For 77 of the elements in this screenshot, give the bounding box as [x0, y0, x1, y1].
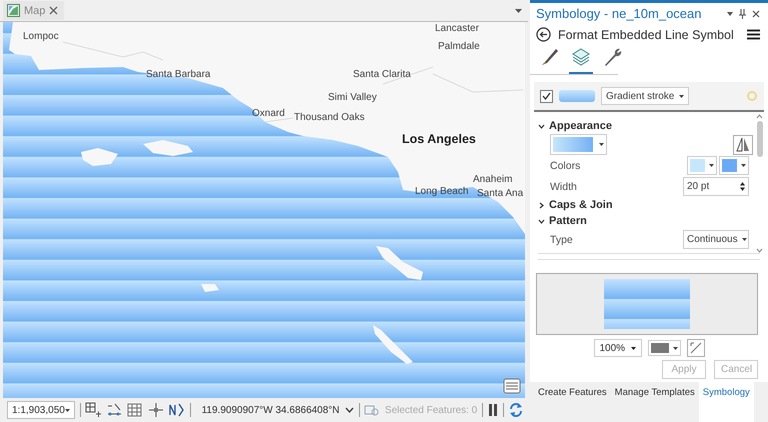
city-label: Lancaster [435, 23, 479, 34]
splitter-handle[interactable] [538, 253, 760, 260]
caret-icon [64, 408, 70, 412]
city-label: Los Angeles [402, 132, 476, 146]
caret-icon [709, 164, 714, 167]
island [376, 246, 423, 280]
caret-icon [741, 164, 746, 167]
zoom-dropdown[interactable]: 100% [594, 339, 642, 357]
city-label: Palmdale [438, 41, 480, 52]
field-label: Type [550, 234, 573, 246]
chevron-down-icon [538, 122, 545, 130]
grid-icon[interactable] [127, 402, 144, 418]
scroll-thumb[interactable] [756, 121, 762, 157]
pane-title: Symbology - ne_10m_ocean [536, 6, 702, 21]
close-icon[interactable] [752, 10, 760, 18]
pane-tab[interactable]: Symbology [698, 382, 754, 422]
flip-icon[interactable] [733, 134, 753, 154]
gradient-swatch [559, 90, 595, 102]
coordinates-text: 119.9090907°W 34.6866408°N [202, 404, 340, 416]
color-dropdown[interactable] [719, 156, 749, 175]
north-arrow-icon[interactable] [169, 402, 186, 418]
pause-icon[interactable] [488, 403, 498, 417]
table-icon[interactable] [503, 378, 521, 394]
section-header[interactable]: Pattern [538, 213, 755, 229]
selected-features-text: Selected Features: 0 [384, 404, 478, 416]
background-color-dropdown[interactable] [648, 340, 680, 356]
checkbox[interactable] [540, 90, 553, 102]
snapping-icon[interactable] [106, 402, 122, 418]
city-label: Santa Barbara [146, 69, 210, 80]
island [81, 148, 118, 166]
scrollbar[interactable] [755, 112, 764, 253]
chevron-down-icon [538, 218, 545, 224]
city-label: Lompoc [23, 31, 59, 42]
spinner-icon [740, 182, 745, 191]
scale-dropdown[interactable]: 1:1,903,050 [7, 401, 75, 419]
dropdown-arrow-icon[interactable] [515, 8, 522, 12]
city-label: Santa Clarita [353, 69, 411, 80]
pane-heading: Format Embedded Line Symbol [558, 28, 735, 42]
back-icon[interactable] [536, 27, 551, 42]
city-label: Oxnard [252, 108, 285, 119]
chevron-down-icon [756, 248, 763, 253]
chevron-up-icon [756, 114, 763, 119]
caret-icon [630, 346, 636, 350]
checkmark-icon [542, 92, 551, 100]
pane-tab[interactable]: Manage Templates [610, 382, 699, 422]
city-label: Thousand Oaks [294, 112, 365, 123]
city-label: Anaheim [473, 174, 512, 185]
pin-icon[interactable] [739, 8, 746, 18]
map-icon [7, 4, 20, 17]
island [373, 325, 413, 364]
layer-type-dropdown[interactable]: Gradient stroke [601, 87, 690, 105]
chevron-down-icon[interactable] [344, 407, 354, 413]
pane-tab[interactable]: Create Features [534, 382, 611, 422]
caret-icon [599, 143, 604, 146]
caret-icon [672, 346, 678, 350]
field-label: Colors [550, 160, 580, 172]
section-header[interactable]: Appearance [538, 118, 755, 134]
dropdown-arrow-icon[interactable] [727, 12, 733, 16]
field-label: Width [550, 180, 577, 192]
chevron-right-icon [538, 202, 545, 208]
island [143, 140, 193, 156]
city-label: Simi Valley [328, 92, 377, 103]
caret-icon [679, 94, 684, 98]
type-dropdown[interactable]: Continuous [683, 230, 749, 249]
grid-add-icon[interactable] [85, 402, 102, 418]
width-field[interactable]: 20 pt [683, 177, 749, 196]
layers-icon[interactable] [569, 46, 593, 74]
section-header[interactable]: Caps & Join [538, 197, 755, 213]
close-icon[interactable] [49, 6, 58, 15]
menu-icon[interactable] [747, 29, 760, 40]
island [201, 284, 219, 292]
caret-icon [742, 238, 747, 241]
grid-toggle-icon[interactable] [686, 339, 704, 357]
refresh-icon[interactable] [508, 402, 524, 418]
color-dropdown[interactable] [687, 156, 717, 175]
gradient-swatch [553, 137, 593, 152]
crosshair-icon[interactable] [148, 402, 164, 418]
